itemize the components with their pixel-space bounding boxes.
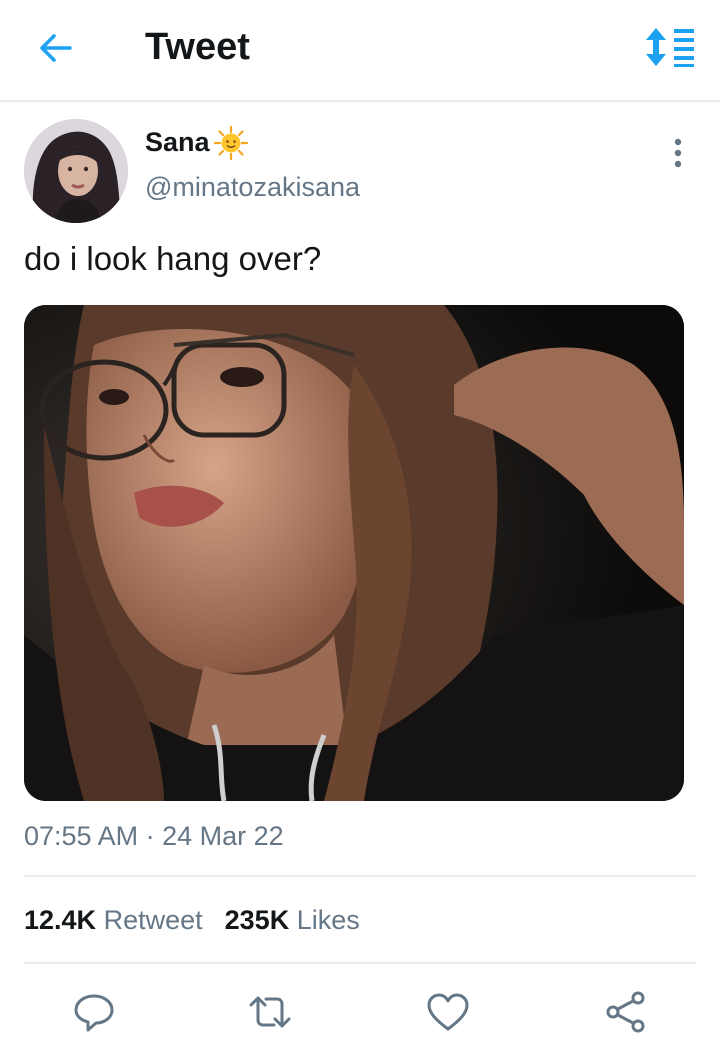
retweet-icon (249, 996, 291, 1028)
avatar[interactable] (24, 119, 128, 223)
divider (24, 962, 696, 964)
more-options-button[interactable] (665, 138, 691, 168)
retweets-count: 12.4K (24, 905, 97, 935)
likes-count: 235K (224, 905, 290, 935)
reply-icon (74, 994, 114, 1032)
tweet-media[interactable] (24, 305, 684, 801)
engagement-stats: 12.4K Retweet 235K Likes (24, 905, 360, 936)
retweets-label: Retweet (103, 905, 203, 935)
share-button[interactable] (604, 990, 648, 1034)
page-title: Tweet (145, 26, 250, 68)
arrow-left-icon (40, 34, 72, 62)
sun-emoji (213, 125, 249, 161)
display-name[interactable]: Sana (145, 127, 210, 158)
like-button[interactable] (426, 990, 470, 1034)
tweet-photo (24, 305, 684, 801)
likes-link[interactable]: 235K Likes (225, 905, 360, 935)
divider (24, 875, 696, 877)
more-vertical-icon (674, 138, 682, 168)
tweet-timestamp: 07:55 AM · 24 Mar 22 (24, 821, 284, 851)
share-icon (606, 991, 645, 1033)
back-button[interactable] (36, 28, 76, 68)
user-handle[interactable]: @minatozakisana (145, 172, 360, 203)
sort-icon (646, 28, 694, 67)
sort-button[interactable] (644, 26, 696, 68)
like-icon (427, 993, 469, 1031)
top-bar: Tweet (0, 0, 720, 102)
likes-label: Likes (296, 905, 360, 935)
reply-button[interactable] (72, 990, 116, 1034)
tweet-text: do i look hang over? (24, 240, 322, 277)
retweets-link[interactable]: 12.4K Retweet (24, 905, 203, 935)
retweet-button[interactable] (248, 990, 292, 1034)
avatar-photo (24, 119, 128, 223)
